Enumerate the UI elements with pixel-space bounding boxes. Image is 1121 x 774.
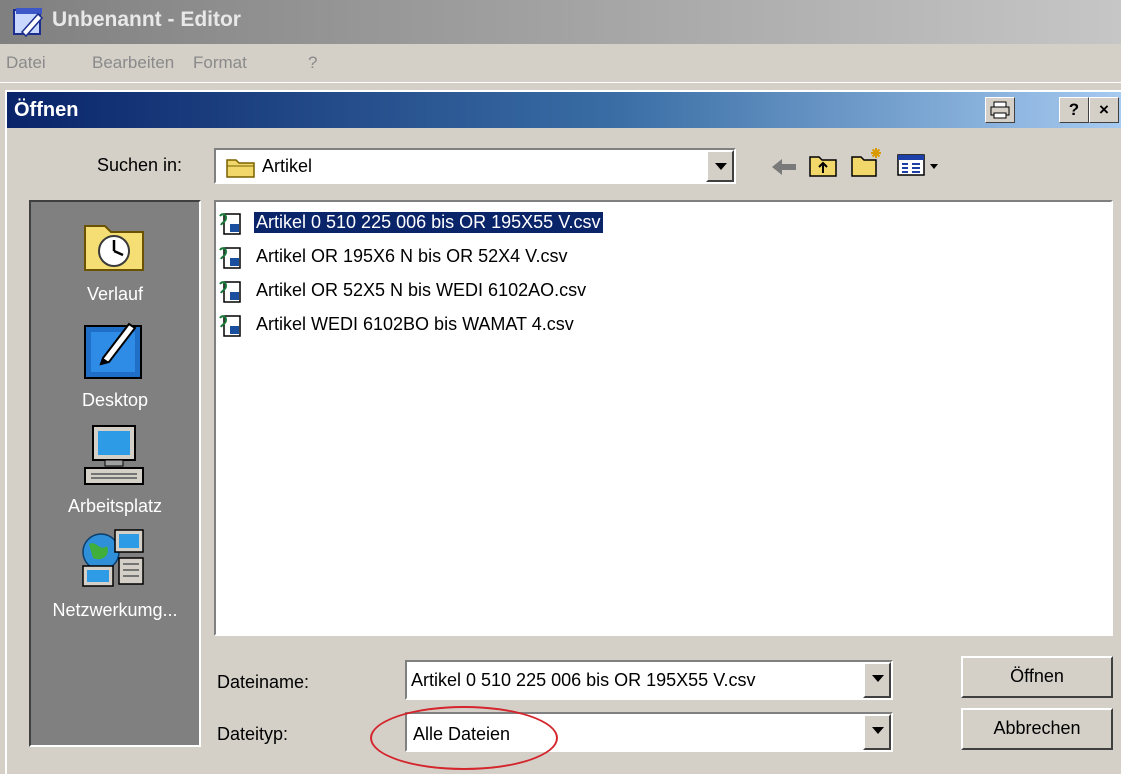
look-in-label: Suchen in: [97,155,183,175]
place-history[interactable]: Verlauf [31,212,199,320]
editor-title: Unbenannt - Editor [52,8,241,31]
place-label-history: Verlauf [86,284,144,304]
menu-format[interactable]: Format [193,53,247,73]
menu-bearbeiten[interactable]: Bearbeiten [92,53,174,73]
place-desktop[interactable]: Desktop [31,318,199,422]
file-name: Artikel 0 510 225 006 bis OR 195X55 V.cs… [254,212,603,233]
file-row[interactable]: Artikel WEDI 6102BO bis WAMAT 4.csv [218,312,678,339]
filename-input[interactable]: Artikel 0 510 225 006 bis OR 195X55 V.cs… [411,670,756,691]
file-name: Artikel OR 195X6 N bis OR 52X4 V.csv [256,246,568,266]
open-button[interactable]: Öffnen [961,656,1113,698]
filename-dropdown-button[interactable] [863,662,891,698]
csv-file-icon [219,213,241,235]
new-folder-icon[interactable] [850,146,884,178]
filetype-dropdown-button[interactable] [863,714,891,750]
dialog-title-bar: Öffnen ? × [7,92,1121,128]
file-list[interactable]: Artikel 0 510 225 006 bis OR 195X55 V.cs… [214,200,1113,636]
look-in-combobox[interactable]: Artikel [214,148,736,184]
file-row[interactable]: Artikel OR 195X6 N bis OR 52X4 V.csv [218,244,678,271]
place-my-computer[interactable]: Arbeitsplatz [31,422,199,526]
cancel-button[interactable]: Abbrechen [961,708,1113,750]
look-in-value: Artikel [262,156,313,176]
file-name: Artikel WEDI 6102BO bis WAMAT 4.csv [256,314,574,334]
help-button[interactable]: ? [1059,97,1089,123]
csv-file-icon [219,281,241,303]
desktop-icon [84,322,142,379]
place-label-my-computer: Arbeitsplatz [67,496,163,516]
my-computer-icon [84,425,144,485]
csv-file-icon [219,315,241,337]
back-arrow-icon[interactable] [770,156,798,178]
view-menu-icon[interactable] [896,152,948,178]
file-row[interactable]: Artikel 0 510 225 006 bis OR 195X55 V.cs… [218,210,678,237]
network-icon [82,529,144,587]
place-network[interactable]: Netzwerkumg... [31,526,199,630]
up-folder-icon[interactable] [808,152,838,178]
menu-datei[interactable]: Datei [6,53,46,73]
history-icon [84,225,144,271]
annotation-ellipse [370,706,558,770]
notepad-icon [13,8,44,38]
editor-title-bar: Unbenannt - Editor [0,0,1121,44]
file-name: Artikel OR 52X5 N bis WEDI 6102AO.csv [256,280,587,300]
file-row[interactable]: Artikel OR 52X5 N bis WEDI 6102AO.csv [218,278,678,305]
place-label-network: Netzwerkumg... [52,600,178,620]
dialog-title: Öffnen [14,99,79,121]
print-icon [990,101,1010,119]
places-bar: Verlauf Desktop Arbeitsplatz Netzwerkumg… [29,200,201,747]
csv-file-icon [219,247,241,269]
filetype-label: Dateityp: [217,724,289,744]
look-in-dropdown-button[interactable] [706,150,734,182]
place-label-desktop: Desktop [81,390,149,410]
close-button[interactable]: × [1089,97,1119,123]
menu-help[interactable]: ? [308,53,317,73]
filename-combobox[interactable]: Artikel 0 510 225 006 bis OR 195X55 V.cs… [405,660,893,700]
editor-menu-bar: Datei Bearbeiten Format ? [0,44,1121,83]
folder-icon [226,159,255,178]
filename-label: Dateiname: [217,672,310,692]
print-button[interactable] [985,97,1015,123]
